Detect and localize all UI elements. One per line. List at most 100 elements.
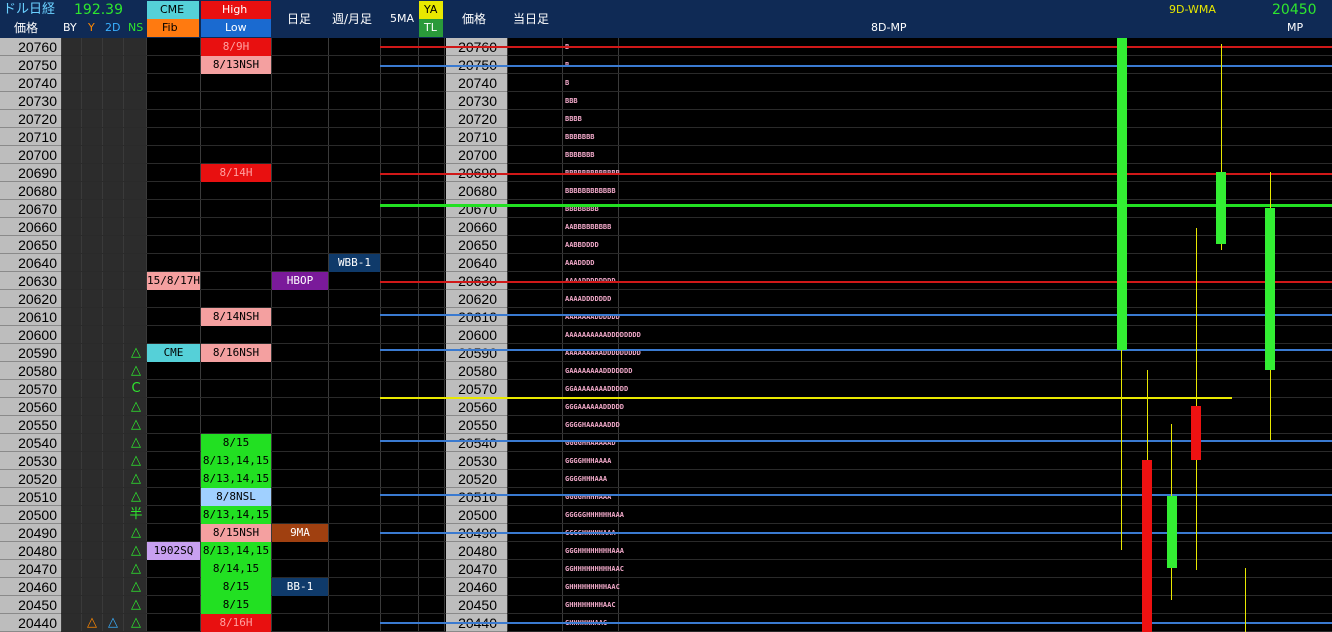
price-cell[interactable]: 20460 (0, 578, 61, 596)
level-line (380, 65, 1332, 67)
price-cell[interactable]: 20520 (0, 470, 61, 488)
hl-tags-tag[interactable]: 8/13,14,15 (201, 470, 271, 488)
price-cell[interactable]: 20730 (0, 92, 61, 110)
price-cell-right[interactable]: 20620 (446, 290, 507, 308)
fib-header: Fib (162, 21, 178, 34)
price-cell[interactable]: 20720 (0, 110, 61, 128)
price-cell[interactable]: 20580 (0, 362, 61, 380)
price-cell-right[interactable]: 20570 (446, 380, 507, 398)
grid-row-line (61, 109, 1332, 110)
candle-body[interactable] (1265, 208, 1275, 370)
price-cell[interactable]: 20440 (0, 614, 61, 632)
price-cell[interactable]: 20670 (0, 200, 61, 218)
price-cell-right[interactable]: 20580 (446, 362, 507, 380)
price-cell[interactable]: 20660 (0, 218, 61, 236)
price-cell[interactable]: 20640 (0, 254, 61, 272)
price-cell-right[interactable]: 20640 (446, 254, 507, 272)
hl-tags-tag[interactable]: 8/14H (201, 164, 271, 182)
candle-body[interactable] (1216, 172, 1226, 244)
price-cell[interactable]: 20560 (0, 398, 61, 416)
hl-tags-tag[interactable]: 8/15 (201, 578, 271, 596)
price-cell-right[interactable]: 20610 (446, 308, 507, 326)
price-cell-right[interactable]: 20650 (446, 236, 507, 254)
hl-tags-tag[interactable]: 8/15NSH (201, 524, 271, 542)
y-label: Y (88, 21, 95, 34)
candle-body[interactable] (1117, 38, 1127, 350)
grid-row-line (61, 415, 1332, 416)
price-cell-right[interactable]: 20520 (446, 470, 507, 488)
price-cell[interactable]: 20620 (0, 290, 61, 308)
hl-tags-tag[interactable]: 8/14NSH (201, 308, 271, 326)
today-header: 当日足 (513, 12, 550, 26)
price-cell-right[interactable]: 20560 (446, 398, 507, 416)
price-cell-right[interactable]: 20590 (446, 344, 507, 362)
price-cell[interactable]: 20550 (0, 416, 61, 434)
hl-tags-tag[interactable]: 8/9H (201, 38, 271, 56)
price-cell[interactable]: 20700 (0, 146, 61, 164)
grid-row-line (61, 253, 1332, 254)
price-cell[interactable]: 20630 (0, 272, 61, 290)
price-cell-right[interactable]: 20600 (446, 326, 507, 344)
ns-mark: △ (131, 417, 141, 432)
price-cell-right[interactable]: 20510 (446, 488, 507, 506)
hl-tags-tag[interactable]: 8/13,14,15 (201, 542, 271, 560)
price-cell[interactable]: 20680 (0, 182, 61, 200)
hl-tags-tag[interactable]: 8/16NSH (201, 344, 271, 362)
price-cell[interactable]: 20490 (0, 524, 61, 542)
daily-tags-tag[interactable]: 9MA (272, 524, 328, 542)
price-cell[interactable]: 20470 (0, 560, 61, 578)
hl-tags-tag[interactable]: 8/15 (201, 596, 271, 614)
hl-tags-tag[interactable]: 8/13NSH (201, 56, 271, 74)
price-cell-right[interactable]: 20470 (446, 560, 507, 578)
price-cell[interactable]: 20760 (0, 38, 61, 56)
hl-tags-tag[interactable]: 8/13,14,15 (201, 506, 271, 524)
price-cell[interactable]: 20750 (0, 56, 61, 74)
price-cell-right[interactable]: 20500 (446, 506, 507, 524)
ns-mark: △ (131, 543, 141, 558)
cme-tags-tag[interactable]: CME (147, 344, 200, 362)
price-cell[interactable]: 20710 (0, 128, 61, 146)
daily-tags-tag[interactable]: HBOP (272, 272, 328, 290)
price-cell[interactable]: 20610 (0, 308, 61, 326)
cme-tags-tag[interactable]: 15/8/17H (147, 272, 200, 290)
price-cell[interactable]: 20510 (0, 488, 61, 506)
price-cell-right[interactable]: 20740 (446, 74, 507, 92)
price-cell-right[interactable]: 20730 (446, 92, 507, 110)
price-cell-right[interactable]: 20670 (446, 200, 507, 218)
price-cell-right[interactable]: 20480 (446, 542, 507, 560)
price-cell-right[interactable]: 20530 (446, 452, 507, 470)
price-cell[interactable]: 20600 (0, 326, 61, 344)
hl-tags-tag[interactable]: 8/13,14,15 (201, 452, 271, 470)
price-cell[interactable]: 20690 (0, 164, 61, 182)
market-profile-letters: AAADDDD (565, 259, 595, 267)
candle-body[interactable] (1167, 496, 1177, 568)
hl-tags-tag[interactable]: 8/15 (201, 434, 271, 452)
price-cell[interactable]: 20590 (0, 344, 61, 362)
price-cell[interactable]: 20650 (0, 236, 61, 254)
price-cell[interactable]: 20480 (0, 542, 61, 560)
price-cell[interactable]: 20540 (0, 434, 61, 452)
price-cell-right[interactable]: 20720 (446, 110, 507, 128)
candle-body[interactable] (1191, 406, 1201, 460)
price-cell[interactable]: 20570 (0, 380, 61, 398)
price-cell-right[interactable]: 20450 (446, 596, 507, 614)
price-cell-right[interactable]: 20540 (446, 434, 507, 452)
price-cell-right[interactable]: 20700 (446, 146, 507, 164)
price-cell[interactable]: 20740 (0, 74, 61, 92)
price-cell[interactable]: 20530 (0, 452, 61, 470)
candle-body[interactable] (1142, 460, 1152, 632)
price-cell-right[interactable]: 20550 (446, 416, 507, 434)
hl-tags-tag[interactable]: 8/16H (201, 614, 271, 632)
daily-tags-tag[interactable]: BB-1 (272, 578, 328, 596)
price-cell-right[interactable]: 20680 (446, 182, 507, 200)
price-cell-right[interactable]: 20710 (446, 128, 507, 146)
price-cell[interactable]: 20500 (0, 506, 61, 524)
cme-tags-tag[interactable]: 1902SQ (147, 542, 200, 560)
price-cell-right[interactable]: 20460 (446, 578, 507, 596)
cme-header: CME (160, 3, 185, 16)
hl-tags-tag[interactable]: 8/8NSL (201, 488, 271, 506)
price-cell-right[interactable]: 20660 (446, 218, 507, 236)
weekly-tags-tag[interactable]: WBB-1 (329, 254, 380, 272)
price-cell[interactable]: 20450 (0, 596, 61, 614)
hl-tags-tag[interactable]: 8/14,15 (201, 560, 271, 578)
